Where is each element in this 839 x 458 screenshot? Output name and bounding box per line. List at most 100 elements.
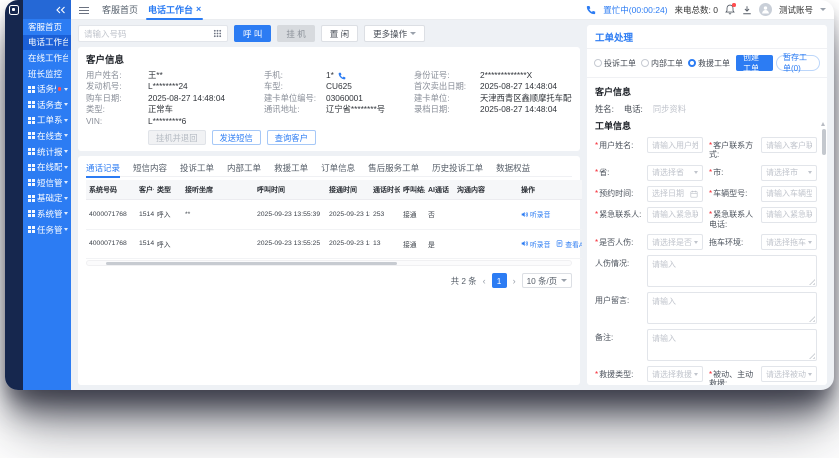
injury-desc-textarea[interactable]: 请输入 [647, 255, 817, 287]
phone-label: 电话: [624, 103, 643, 115]
sidebar-item[interactable]: 电话工作台 [23, 35, 71, 51]
cell-call-time: 2025-09-23 13:55:39 [254, 200, 326, 230]
required-icon: * [595, 141, 598, 150]
detail-tab[interactable]: 救援工单 [274, 159, 308, 177]
scrollbar-thumb[interactable] [822, 129, 826, 155]
detail-tab[interactable]: 投诉工单 [180, 159, 214, 177]
tow-env-select[interactable]: 请选择拖车环境 [761, 234, 817, 250]
field-value: 辽宁省********号 [326, 104, 385, 115]
user-message-textarea[interactable]: 请输入 [647, 292, 817, 324]
province-select[interactable]: 请选择省 [647, 165, 703, 181]
workorder-type-radio[interactable]: 内部工单 [641, 58, 683, 69]
sidebar-item[interactable]: 话务查询 [23, 97, 71, 113]
sidebar-item[interactable]: 客服首页 [23, 19, 71, 35]
vehicle-model-input[interactable] [766, 189, 812, 198]
horizontal-scrollbar[interactable] [86, 260, 572, 266]
sidebar-item[interactable]: 在线查询 [23, 128, 71, 144]
dial-phone-icon[interactable] [338, 72, 346, 80]
workorder-type-radio[interactable]: 投诉工单 [594, 58, 636, 69]
next-page-icon[interactable]: › [512, 276, 517, 286]
sidebar-item[interactable]: 统计报表 [23, 144, 71, 160]
resize-handle-icon[interactable] [809, 316, 815, 322]
play-recording-link[interactable]: 听录音 [521, 209, 550, 219]
field-label: 购车日期: [86, 93, 148, 104]
keypad-icon[interactable] [213, 29, 222, 38]
menu-grid-icon [28, 164, 35, 171]
detail-tab[interactable]: 短信内容 [133, 159, 167, 177]
account-name[interactable]: 测试账号 [779, 4, 813, 16]
scrollbar-thumb[interactable] [106, 262, 396, 265]
call-button[interactable]: 呼 叫 [234, 25, 271, 42]
select-placeholder: 请选择拖车环境 [766, 237, 806, 248]
required-icon: * [595, 238, 598, 247]
sidebar-item[interactable]: 基础定义 [23, 191, 71, 207]
resize-handle-icon[interactable] [809, 279, 815, 285]
hamburger-icon[interactable] [79, 6, 89, 14]
field-value: 天津西青区鑫顺摩托车配件经销部 [480, 93, 572, 104]
rescue-mode-select[interactable]: 请选择被动、主动救… [761, 366, 817, 382]
user-name-input[interactable] [652, 141, 698, 150]
detail-tab[interactable]: 通话记录 [86, 159, 120, 177]
emergency-phone-input[interactable] [766, 210, 812, 219]
play-recording-link[interactable]: 听录音 [521, 239, 550, 249]
sidebar-item[interactable]: 话务处理 [23, 81, 71, 97]
detail-tab[interactable]: 数据权益 [496, 159, 530, 177]
collapse-sidebar-icon[interactable] [55, 6, 66, 14]
workorder-type-radio[interactable]: 救援工单 [688, 58, 730, 69]
table-row[interactable]: 4000071768 15141396194 呼入 ** 2025-09-23 … [86, 200, 582, 230]
contact-input[interactable] [766, 141, 812, 150]
chevron-down-icon [64, 197, 68, 200]
vertical-scrollbar[interactable] [821, 125, 826, 380]
date-picker[interactable]: 选择日期 [647, 186, 703, 202]
app-rail [5, 0, 23, 390]
injury-select[interactable]: 请选择是否人伤 [647, 234, 703, 250]
notification-bell[interactable] [725, 4, 735, 15]
sidebar-item[interactable]: 短信管理 [23, 175, 71, 191]
customer-grid: 用户姓名: 王** 发动机号: L********24 购车 [86, 70, 572, 127]
draft-workorder-button[interactable]: 暂存工单(0) [776, 55, 820, 71]
required-icon: * [595, 210, 598, 219]
sidebar-item[interactable]: 在线配置 [23, 159, 71, 175]
detail-tab[interactable]: 订单信息 [321, 159, 355, 177]
sidebar-item[interactable]: 班长监控 [23, 66, 71, 82]
customer-info-title: 客户信息 [86, 52, 572, 66]
close-icon[interactable]: × [196, 5, 201, 14]
scroll-up-icon[interactable] [821, 122, 825, 126]
customer-action-button[interactable]: 挂机并退回 [148, 130, 206, 145]
more-actions-button[interactable]: 更多操作 [364, 25, 425, 42]
table-header-cell: 类型 [154, 180, 182, 200]
rescue-type-select[interactable]: 请选择救援类型 [647, 366, 703, 382]
sidebar-item[interactable]: 在线工作台 [23, 50, 71, 66]
view-ai-dialog-link[interactable]: 查看AI对话 [556, 239, 582, 249]
table-body: 4000071768 15141396194 呼入 ** 2025-09-23 … [86, 200, 582, 259]
phone-number-field[interactable] [78, 25, 228, 42]
set-idle-button[interactable]: 置 闲 [321, 25, 358, 42]
speaker-icon [521, 211, 528, 218]
sidebar-item[interactable]: 任务管理 [23, 222, 71, 238]
detail-tab[interactable]: 历史投诉工单 [432, 159, 483, 177]
page-number[interactable]: 1 [492, 273, 507, 288]
detail-tab[interactable]: 售后服务工单 [368, 159, 419, 177]
select-placeholder: 请选择市 [766, 167, 806, 178]
nav-tab[interactable]: 电话工作台 × [143, 0, 206, 20]
resize-handle-icon[interactable] [809, 353, 815, 359]
emergency-contact-input[interactable] [652, 210, 698, 219]
table-row[interactable]: 4000071768 15141396194 呼入 2025-09-23 13:… [86, 230, 582, 260]
detail-tab[interactable]: 内部工单 [227, 159, 261, 177]
page-size-select[interactable]: 10 条/页 [522, 273, 572, 288]
customer-action-button[interactable]: 查询客户 [267, 130, 316, 145]
detail-tab-label: 订单信息 [321, 162, 355, 174]
nav-tab[interactable]: 客服首页 [97, 0, 143, 20]
phone-number-input[interactable] [84, 29, 210, 39]
prev-page-icon[interactable]: ‹ [482, 276, 487, 286]
avatar[interactable] [759, 3, 772, 16]
city-select[interactable]: 请选择市 [761, 165, 817, 181]
remark-textarea[interactable]: 请输入 [647, 329, 817, 361]
download-icon[interactable] [742, 5, 752, 15]
section-workorder-info: 工单信息 [595, 119, 817, 132]
sync-data-link[interactable]: 同步资料 [653, 103, 686, 115]
sidebar-item[interactable]: 工单系统 [23, 113, 71, 129]
create-workorder-button[interactable]: 创建工单 [736, 55, 773, 71]
customer-action-button[interactable]: 发送短信 [212, 130, 261, 145]
sidebar-item[interactable]: 系统管理 [23, 206, 71, 222]
